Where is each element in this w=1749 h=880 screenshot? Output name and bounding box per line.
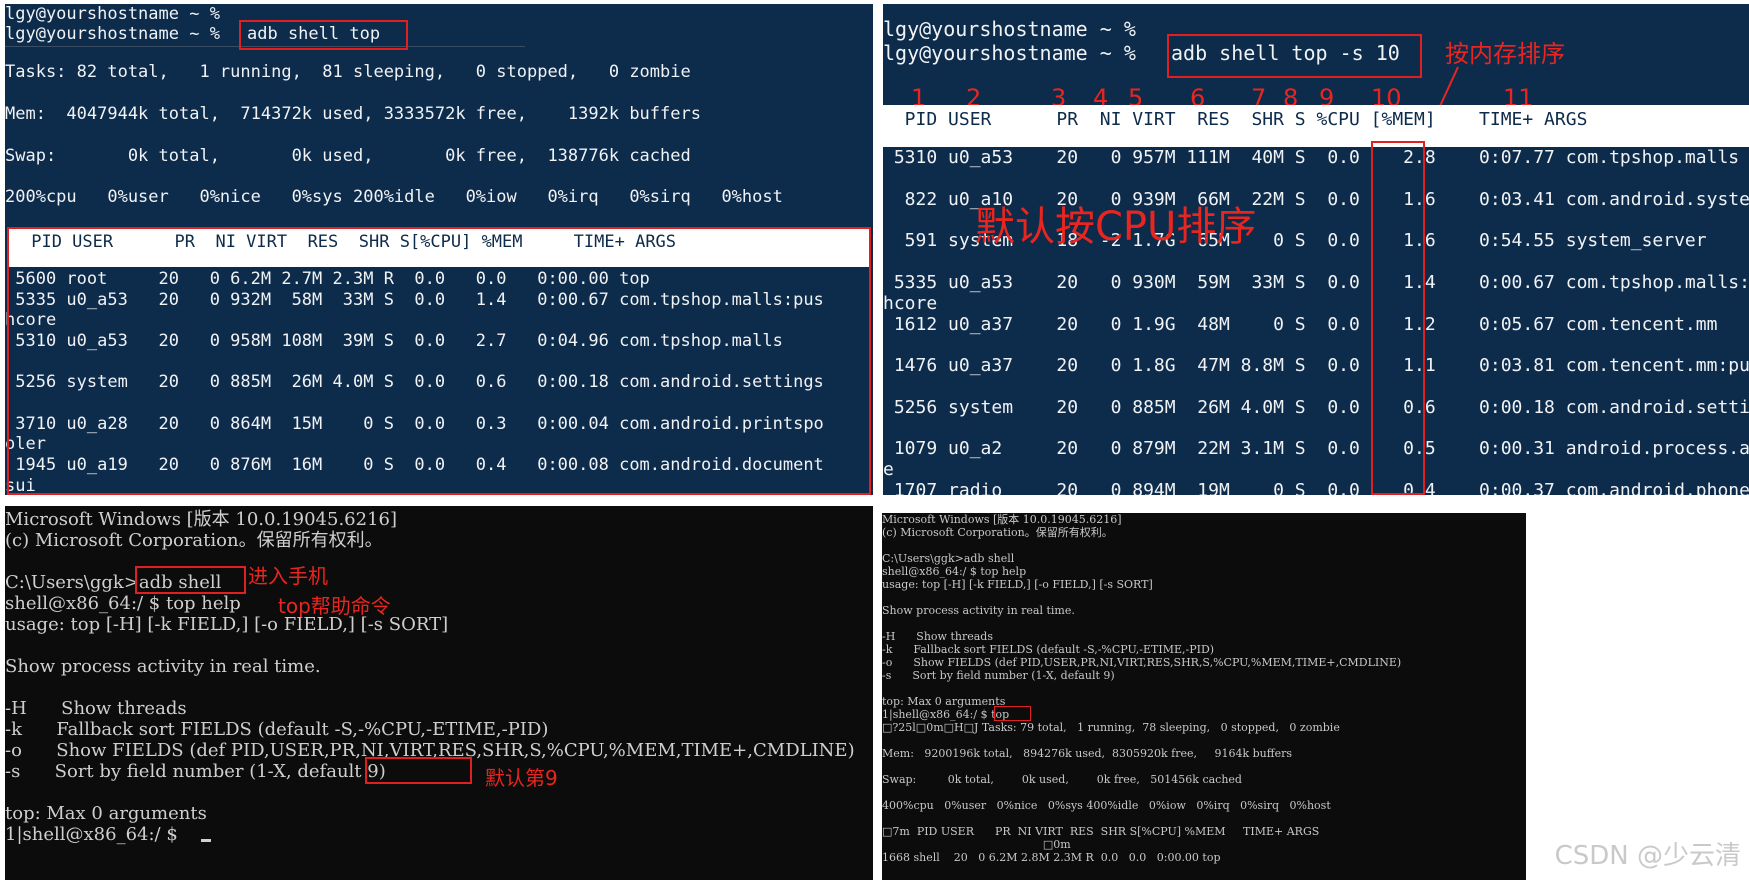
- mem-column-highlight: [1371, 141, 1425, 495]
- terminal-line: Mem: 9200196k total, 894276k used, 83059…: [882, 747, 1292, 760]
- default-9-highlight: [365, 757, 472, 784]
- process-row: 1612 u0_a37 20 0 1.9G 48M 0 S 0.0 1.2 0:…: [883, 314, 1718, 335]
- terminal-line: □7m PID USER PR NI VIRT RES SHR S[%CPU] …: [882, 825, 1320, 838]
- terminal-line: 400%cpu 0%user 0%nice 0%sys 400%idle 0%i…: [882, 799, 1331, 812]
- terminal-bottom-left: Microsoft Windows [版本 10.0.19045.6216] (…: [5, 506, 873, 880]
- terminal-line: top: Max 0 arguments: [5, 803, 207, 824]
- table-highlight: [7, 227, 871, 495]
- terminal-line: (c) Microsoft Corporation。保留所有权利。: [882, 526, 1113, 539]
- header-text: PID USER PR NI VIRT RES SHR S %CPU [%MEM…: [883, 109, 1588, 130]
- terminal-line: 1|shell@x86_64:/ $: [5, 824, 184, 845]
- tasks-line: Tasks: 82 total, 1 running, 81 sleeping,…: [5, 62, 691, 82]
- process-row: 5256 system 20 0 885M 26M 4.0M S 0.0 0.6…: [883, 397, 1749, 418]
- terminal-line: -s Sort by field number (1-X, default 9): [882, 669, 1115, 682]
- annotation-top-help: top帮助命令: [278, 594, 391, 618]
- terminal-top-right: lgy@yourshostname ~ % lgy@yourshostname …: [883, 4, 1749, 495]
- annotation-default-cpu-sort: 默认按CPU排序: [975, 204, 1257, 250]
- process-row: 1707 radio 20 0 894M 19M 0 S 0.0 0.4 0:0…: [883, 480, 1749, 495]
- header-bar: PID USER PR NI VIRT RES SHR S %CPU [%MEM…: [883, 105, 1749, 147]
- terminal-line: -o Show FIELDS (def PID,USER,PR,NI,VIRT,…: [882, 656, 1402, 669]
- process-row-wrap: e: [883, 459, 894, 480]
- prompt-line-1: lgy@yourshostname ~ %: [5, 4, 220, 24]
- terminal-line: C:\Users\ggk>adb shell: [882, 552, 1015, 565]
- top-command-highlight: [994, 706, 1031, 721]
- terminal-line: Microsoft Windows [版本 10.0.19045.6216]: [882, 513, 1122, 526]
- command-highlight: [239, 20, 408, 50]
- terminal-line: shell@x86_64:/ $ top help: [882, 565, 1027, 578]
- terminal-line: -k Fallback sort FIELDS (default -S,-%CP…: [882, 643, 1215, 656]
- prompt-line-2: lgy@yourshostname ~ %: [5, 24, 220, 44]
- process-row-wrap: hcore: [883, 293, 938, 314]
- terminal-line: -H Show threads: [5, 698, 187, 719]
- terminal-top-left: lgy@yourshostname ~ % lgy@yourshostname …: [5, 4, 873, 495]
- terminal-line: -H Show threads: [882, 630, 993, 643]
- terminal-line: 1|shell@x86_64:/ $ top: [882, 708, 1010, 721]
- terminal-line: Microsoft Windows [版本 10.0.19045.6216]: [5, 509, 398, 530]
- process-row: 5310 u0_a53 20 0 957M 111M 40M S 0.0 2.8…: [883, 147, 1740, 168]
- process-row: 1476 u0_a37 20 0 1.8G 47M 8.8M S 0.0 1.1…: [883, 355, 1749, 376]
- swap-line: Swap: 0k total, 0k used, 0k free, 138776…: [5, 146, 691, 166]
- process-row: 1079 u0_a2 20 0 879M 22M 3.1M S 0.0 0.5 …: [883, 438, 1749, 459]
- annotation-enter-phone: 进入手机: [248, 564, 328, 588]
- terminal-line: (c) Microsoft Corporation。保留所有权利。: [5, 530, 383, 551]
- terminal-line: 1668 shell 20 0 6.2M 2.8M 2.3M R 0.0 0.0…: [882, 851, 1221, 864]
- cpu-line: 200%cpu 0%user 0%nice 0%sys 200%idle 0%i…: [5, 187, 783, 207]
- terminal-line: Swap: 0k total, 0k used, 0k free, 501456…: [882, 773, 1242, 786]
- terminal-line: top: Max 0 arguments: [882, 695, 1006, 708]
- mem-line: Mem: 4047944k total, 714372k used, 33335…: [5, 104, 701, 124]
- process-row: 5335 u0_a53 20 0 930M 59M 33M S 0.0 1.4 …: [883, 272, 1749, 293]
- terminal-line: □0m: [882, 838, 1071, 851]
- terminal-line: Show process activity in real time.: [882, 604, 1075, 617]
- terminal-bottom-right: Microsoft Windows [版本 10.0.19045.6216] (…: [882, 513, 1526, 880]
- terminal-line: shell@x86_64:/ $ top help: [5, 593, 241, 614]
- annotation-default-9: 默认第9: [485, 766, 558, 790]
- cursor: [201, 839, 211, 842]
- terminal-line: -k Fallback sort FIELDS (default -S,-%CP…: [5, 719, 549, 740]
- watermark: CSDN @少云清: [1554, 841, 1741, 871]
- terminal-line: -s Sort by field number (1-X, default 9): [5, 761, 386, 782]
- adb-shell-highlight: [135, 566, 246, 594]
- terminal-line: Show process activity in real time.: [5, 656, 321, 677]
- terminal-line: □?25l□0m□H□J Tasks: 79 total, 1 running,…: [882, 721, 1340, 734]
- terminal-line: usage: top [-H] [-k FIELD,] [-o FIELD,] …: [882, 578, 1153, 591]
